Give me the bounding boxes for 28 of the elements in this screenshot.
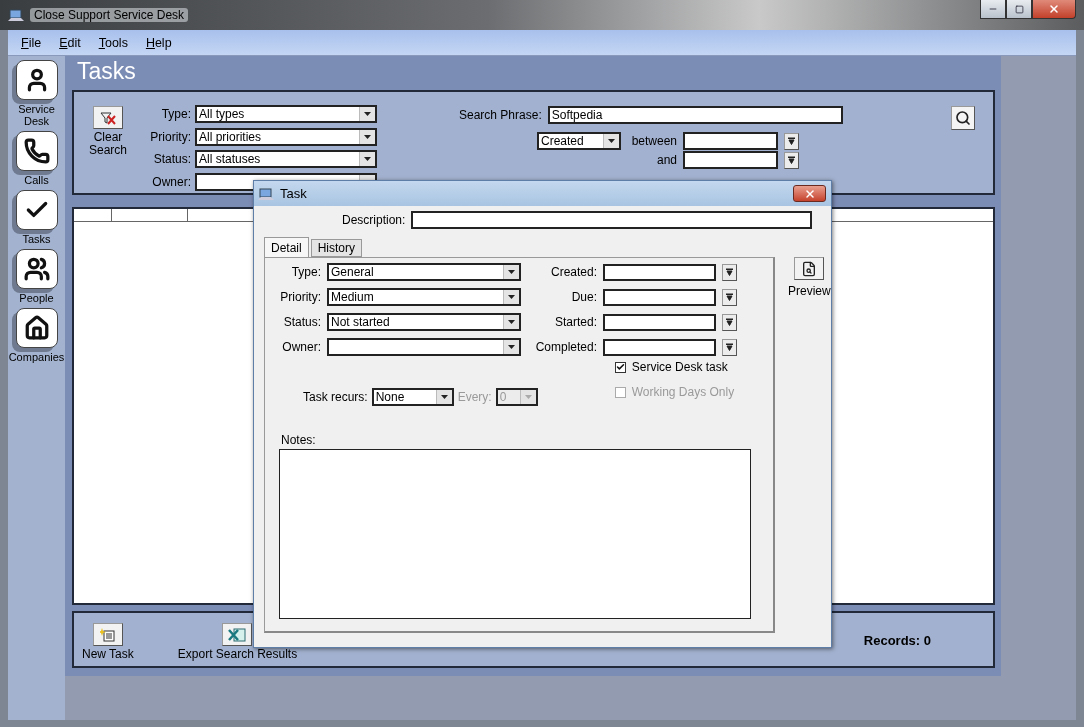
date-label: Created: bbox=[549, 265, 597, 279]
page-title: Tasks bbox=[76, 57, 137, 86]
date-label: Completed: bbox=[534, 340, 597, 354]
clear-search-label: Clear Search bbox=[88, 131, 128, 157]
description-label: Description: bbox=[342, 213, 406, 227]
dialog-title: Task bbox=[280, 186, 307, 201]
field-label: Priority: bbox=[279, 290, 321, 304]
footer-button-label: Export Search Results bbox=[177, 648, 298, 661]
and-label: and bbox=[655, 153, 677, 167]
filter-label: Type: bbox=[160, 106, 191, 121]
notes-label: Notes: bbox=[281, 433, 317, 447]
window-title: Close Support Service Desk bbox=[30, 8, 189, 22]
field-label: Owner: bbox=[281, 340, 321, 354]
task-recurs-label: Task recurs: bbox=[303, 390, 368, 404]
preview-label: Preview bbox=[788, 285, 831, 298]
field-label: Status: bbox=[282, 315, 321, 329]
between-label: between bbox=[630, 134, 677, 148]
date-label: Started: bbox=[553, 315, 597, 329]
checkbox-label: Service Desk task bbox=[631, 360, 728, 374]
checkbox-label: Working Days Only bbox=[631, 385, 735, 399]
search-phrase-label: Search Phrase: bbox=[459, 108, 542, 122]
footer-button-label: New Task bbox=[82, 648, 134, 661]
filter-label: Status: bbox=[152, 152, 191, 167]
records-count: Records: 0 bbox=[863, 633, 931, 648]
filter-label: Owner: bbox=[151, 175, 191, 190]
date-label: Due: bbox=[570, 290, 597, 304]
field-label: Type: bbox=[290, 265, 321, 279]
every-label: Every: bbox=[457, 390, 492, 404]
